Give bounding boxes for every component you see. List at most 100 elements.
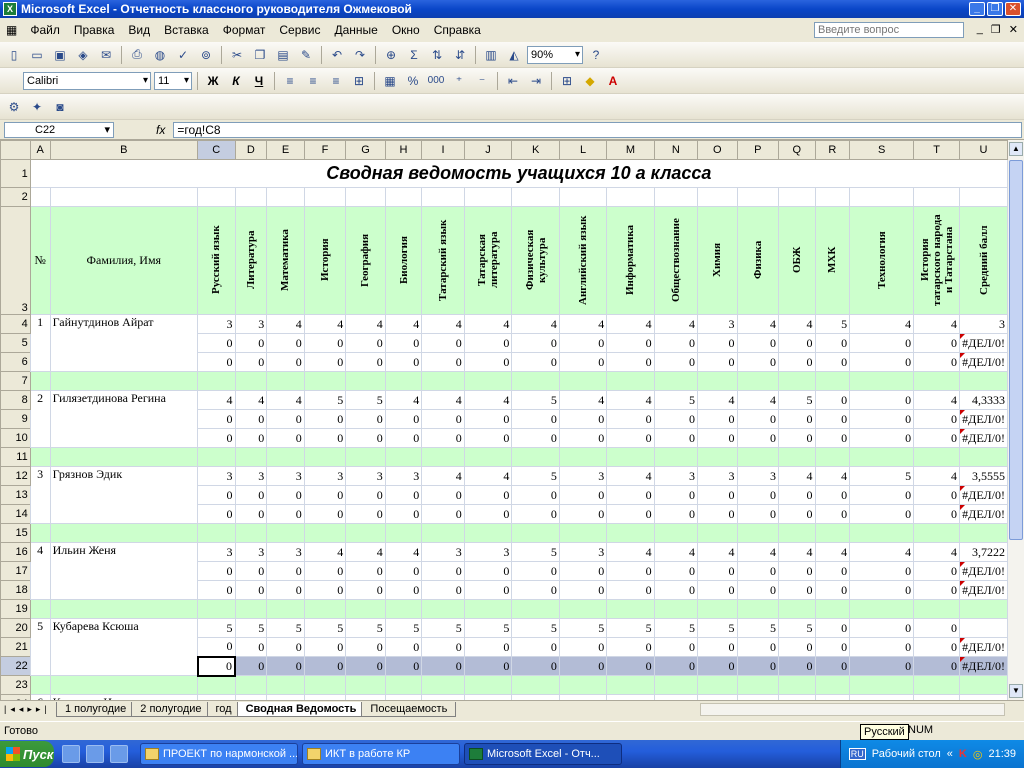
grade-cell[interactable]: 0 <box>234 333 268 353</box>
row-header[interactable]: 17 <box>0 561 31 581</box>
grade-cell[interactable]: 5 <box>511 618 560 638</box>
cell[interactable] <box>49 447 199 467</box>
grade-cell[interactable]: 0 <box>384 333 423 353</box>
grade-cell[interactable]: 4,3333 <box>959 390 1008 410</box>
tool-one-icon[interactable]: ⚙ <box>4 97 24 117</box>
grade-cell[interactable]: 4 <box>777 466 816 486</box>
cell[interactable] <box>421 675 465 695</box>
row-header[interactable]: 19 <box>0 599 31 619</box>
grade-cell[interactable]: 0 <box>463 580 513 600</box>
percent-button[interactable]: % <box>403 71 423 91</box>
grade-cell[interactable]: 0 <box>234 656 268 676</box>
cell[interactable] <box>959 599 1008 619</box>
cell[interactable] <box>736 523 779 543</box>
grade-cell[interactable]: 5 <box>777 618 816 638</box>
merge-center-icon[interactable]: ⊞ <box>349 71 369 91</box>
grade-cell[interactable]: 0 <box>913 580 960 600</box>
cell[interactable] <box>777 447 816 467</box>
grade-cell[interactable]: 0 <box>511 656 560 676</box>
cell[interactable] <box>606 675 655 695</box>
grade-cell[interactable]: 0 <box>814 390 851 410</box>
cell[interactable] <box>959 523 1008 543</box>
grade-cell[interactable]: 3 <box>959 314 1008 334</box>
cell[interactable] <box>345 523 386 543</box>
grade-cell[interactable]: #ДЕЛ/0! <box>959 561 1008 581</box>
grade-cell[interactable]: 0 <box>345 409 386 429</box>
column-header[interactable]: I <box>421 140 465 160</box>
cell[interactable] <box>849 371 915 391</box>
grade-cell[interactable]: 5 <box>345 390 386 410</box>
cell[interactable] <box>266 371 305 391</box>
cell[interactable] <box>303 675 347 695</box>
grade-cell[interactable]: 3 <box>303 466 347 486</box>
grade-cell[interactable]: 0 <box>697 561 738 581</box>
grade-cell[interactable]: 4 <box>558 314 608 334</box>
grade-cell[interactable]: 0 <box>777 352 816 372</box>
grade-cell[interactable]: 0 <box>777 580 816 600</box>
grade-cell[interactable]: 0 <box>777 656 816 676</box>
grade-cell[interactable]: 0 <box>266 409 305 429</box>
cell[interactable] <box>29 675 51 695</box>
grade-cell[interactable]: 0 <box>421 333 465 353</box>
grade-cell[interactable]: 0 <box>197 333 236 353</box>
row-header[interactable]: 22 <box>0 656 31 676</box>
column-header[interactable]: J <box>463 140 513 160</box>
grade-cell[interactable]: 0 <box>197 428 236 448</box>
grade-cell[interactable]: 0 <box>849 409 915 429</box>
grade-cell[interactable]: 0 <box>849 428 915 448</box>
grade-cell[interactable]: 0 <box>849 618 915 638</box>
grade-cell[interactable]: 0 <box>777 504 816 524</box>
grade-cell[interactable]: 0 <box>736 580 779 600</box>
grade-cell[interactable]: 0 <box>303 333 347 353</box>
grade-cell[interactable]: 3 <box>384 466 423 486</box>
grade-cell[interactable]: 0 <box>777 561 816 581</box>
grade-cell[interactable]: 0 <box>814 352 851 372</box>
row-header[interactable]: 2 <box>0 187 31 207</box>
cell[interactable] <box>959 675 1008 695</box>
grade-cell[interactable]: 0 <box>736 637 779 657</box>
cell[interactable] <box>49 187 199 207</box>
grade-cell[interactable]: 4 <box>463 390 513 410</box>
cell[interactable] <box>913 523 960 543</box>
grade-cell[interactable]: 4 <box>558 390 608 410</box>
grade-cell[interactable]: 0 <box>913 428 960 448</box>
scroll-up-icon[interactable]: ▲ <box>1009 142 1023 156</box>
grade-cell[interactable]: 0 <box>606 580 655 600</box>
grade-cell[interactable]: 4 <box>913 542 960 562</box>
grade-cell[interactable]: 0 <box>606 333 655 353</box>
cell[interactable] <box>736 675 779 695</box>
grade-cell[interactable]: 0 <box>653 637 699 657</box>
grade-cell[interactable]: 0 <box>558 637 608 657</box>
cell[interactable] <box>421 599 465 619</box>
grade-cell[interactable]: 4 <box>384 390 423 410</box>
grade-cell[interactable]: 0 <box>913 561 960 581</box>
cell[interactable] <box>421 187 465 207</box>
row-header[interactable]: 15 <box>0 523 31 543</box>
cell[interactable] <box>653 523 699 543</box>
grade-cell[interactable]: 5 <box>777 390 816 410</box>
grade-cell[interactable]: 0 <box>345 656 386 676</box>
row-header[interactable]: 23 <box>0 675 31 695</box>
grade-cell[interactable]: 0 <box>196 655 237 677</box>
grade-cell[interactable]: 0 <box>913 409 960 429</box>
grade-cell[interactable]: 0 <box>777 333 816 353</box>
grade-cell[interactable]: 0 <box>266 504 305 524</box>
grade-cell[interactable]: 0 <box>913 656 960 676</box>
cell[interactable] <box>234 675 268 695</box>
grade-cell[interactable]: 4 <box>814 542 851 562</box>
menu-data[interactable]: Данные <box>327 23 384 37</box>
column-header[interactable]: M <box>606 140 655 160</box>
grade-cell[interactable]: 0 <box>736 352 779 372</box>
tab-nav-icons[interactable]: |◂◂▸▸| <box>0 704 60 715</box>
grade-cell[interactable]: 0 <box>606 409 655 429</box>
row-header[interactable]: 10 <box>0 428 31 448</box>
grade-cell[interactable]: 4 <box>913 466 960 486</box>
grade-cell[interactable]: 0 <box>777 409 816 429</box>
close-button[interactable]: ✕ <box>1005 2 1021 16</box>
grade-cell[interactable]: 0 <box>197 352 236 372</box>
grade-cell[interactable]: 0 <box>511 504 560 524</box>
currency-icon[interactable]: ▦ <box>380 71 400 91</box>
align-center-icon[interactable]: ≡ <box>303 71 323 91</box>
grade-cell[interactable]: 0 <box>511 637 560 657</box>
cell[interactable] <box>814 371 851 391</box>
